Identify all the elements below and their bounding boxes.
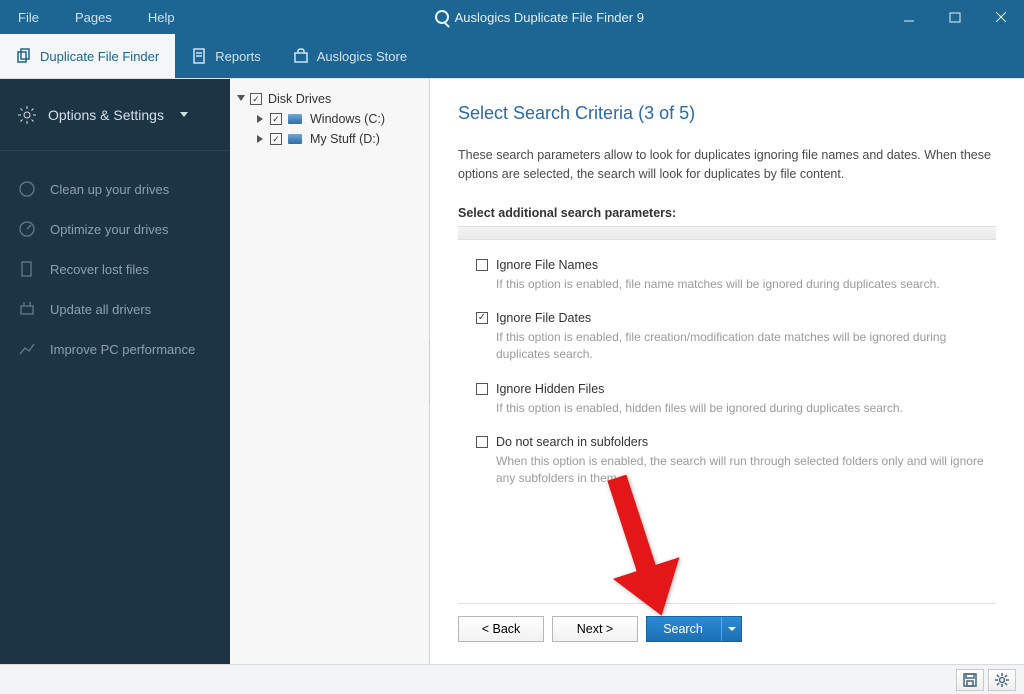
options-list: Ignore File Names If this option is enab… (458, 258, 996, 488)
page-title: Select Search Criteria (3 of 5) (458, 103, 996, 124)
window-controls (886, 0, 1024, 34)
drive-icon (288, 134, 302, 144)
tab-reports[interactable]: Reports (175, 34, 277, 78)
settings-icon-button[interactable] (988, 669, 1016, 691)
option-label: Ignore File Names (496, 258, 598, 272)
sidebar-item-label: Update all drivers (50, 302, 151, 317)
sidebar-item-improve[interactable]: Improve PC performance (0, 329, 230, 369)
drive-icon (288, 114, 302, 124)
option-hint: When this option is enabled, the search … (496, 453, 996, 488)
option-hint: If this option is enabled, file creation… (496, 329, 996, 364)
back-button[interactable]: < Back (458, 616, 544, 642)
copy-icon (16, 48, 32, 64)
tree-checkbox[interactable] (270, 133, 282, 145)
drive-tree-panel: Disk Drives Windows (C:) My Stuff (D:) (230, 79, 430, 664)
option-label: Ignore Hidden Files (496, 382, 604, 396)
option-checkbox[interactable] (476, 259, 488, 271)
option-no-subfolders: Do not search in subfolders When this op… (476, 435, 996, 488)
clean-icon (18, 180, 36, 198)
app-logo-icon (435, 10, 449, 24)
sidebar-item-label: Recover lost files (50, 262, 149, 277)
sidebar-item-drivers[interactable]: Update all drivers (0, 289, 230, 329)
option-hint: If this option is enabled, file name mat… (496, 276, 996, 293)
chevron-down-icon (180, 112, 188, 117)
tree-checkbox[interactable] (250, 93, 262, 105)
tab-auslogics-store[interactable]: Auslogics Store (277, 34, 423, 78)
tree-checkbox[interactable] (270, 113, 282, 125)
window-title: Auslogics Duplicate File Finder 9 (193, 0, 886, 34)
tree-node-drive-d[interactable]: My Stuff (D:) (236, 129, 423, 149)
recover-icon (18, 260, 36, 278)
page-description: These search parameters allow to look fo… (458, 146, 996, 184)
next-button[interactable]: Next > (552, 616, 638, 642)
status-bar (0, 664, 1024, 694)
option-label: Ignore File Dates (496, 311, 591, 325)
sidebar-item-label: Clean up your drives (50, 182, 169, 197)
save-icon-button[interactable] (956, 669, 984, 691)
drive-tree: Disk Drives Windows (C:) My Stuff (D:) (230, 79, 429, 159)
tree-label: My Stuff (D:) (310, 132, 380, 146)
optimize-icon (18, 220, 36, 238)
tab-duplicate-file-finder[interactable]: Duplicate File Finder (0, 34, 175, 78)
drivers-icon (18, 300, 36, 318)
close-button[interactable] (978, 0, 1024, 34)
gear-icon (18, 106, 36, 124)
tab-label: Duplicate File Finder (40, 49, 159, 64)
menu-file[interactable]: File (0, 0, 57, 34)
option-checkbox[interactable] (476, 383, 488, 395)
tree-node-root[interactable]: Disk Drives (236, 89, 423, 109)
parameters-heading: Select additional search parameters: (458, 206, 996, 220)
menu-help[interactable]: Help (130, 0, 193, 34)
improve-icon (18, 340, 36, 358)
title-bar: File Pages Help Auslogics Duplicate File… (0, 0, 1024, 34)
tree-label: Windows (C:) (310, 112, 385, 126)
sidebar: Options & Settings Clean up your drives … (0, 79, 230, 664)
wizard-nav: < Back Next > Search (458, 603, 996, 654)
sidebar-item-label: Optimize your drives (50, 222, 168, 237)
option-ignore-hidden-files: Ignore Hidden Files If this option is en… (476, 382, 996, 417)
report-icon (191, 48, 207, 64)
tab-label: Reports (215, 49, 261, 64)
expand-icon[interactable] (256, 114, 266, 124)
search-button[interactable]: Search (646, 616, 742, 642)
minimize-button[interactable] (886, 0, 932, 34)
options-and-settings[interactable]: Options & Settings (0, 79, 230, 151)
option-label: Do not search in subfolders (496, 435, 648, 449)
content-body: Options & Settings Clean up your drives … (0, 78, 1024, 664)
tree-node-drive-c[interactable]: Windows (C:) (236, 109, 423, 129)
menu-pages[interactable]: Pages (57, 0, 130, 34)
tree-label: Disk Drives (268, 92, 331, 106)
option-checkbox[interactable] (476, 312, 488, 324)
collapse-icon[interactable] (236, 94, 246, 104)
option-hint: If this option is enabled, hidden files … (496, 400, 996, 417)
sidebar-item-label: Improve PC performance (50, 342, 195, 357)
sidebar-head-label: Options & Settings (48, 107, 164, 123)
sidebar-item-recover[interactable]: Recover lost files (0, 249, 230, 289)
sidebar-item-optimize[interactable]: Optimize your drives (0, 209, 230, 249)
search-button-label: Search (663, 622, 703, 636)
app-menu: File Pages Help (0, 0, 193, 34)
tab-label: Auslogics Store (317, 49, 407, 64)
window-title-text: Auslogics Duplicate File Finder 9 (455, 10, 644, 25)
separator-bar (458, 226, 996, 240)
sidebar-items: Clean up your drives Optimize your drive… (0, 151, 230, 387)
option-ignore-file-names: Ignore File Names If this option is enab… (476, 258, 996, 293)
option-checkbox[interactable] (476, 436, 488, 448)
option-ignore-file-dates: Ignore File Dates If this option is enab… (476, 311, 996, 364)
search-dropdown-icon[interactable] (721, 617, 741, 641)
main-panel: Select Search Criteria (3 of 5) These se… (430, 79, 1024, 664)
expand-icon[interactable] (256, 134, 266, 144)
store-icon (293, 48, 309, 64)
maximize-button[interactable] (932, 0, 978, 34)
sidebar-item-clean[interactable]: Clean up your drives (0, 169, 230, 209)
ribbon-tabs: Duplicate File Finder Reports Auslogics … (0, 34, 1024, 78)
